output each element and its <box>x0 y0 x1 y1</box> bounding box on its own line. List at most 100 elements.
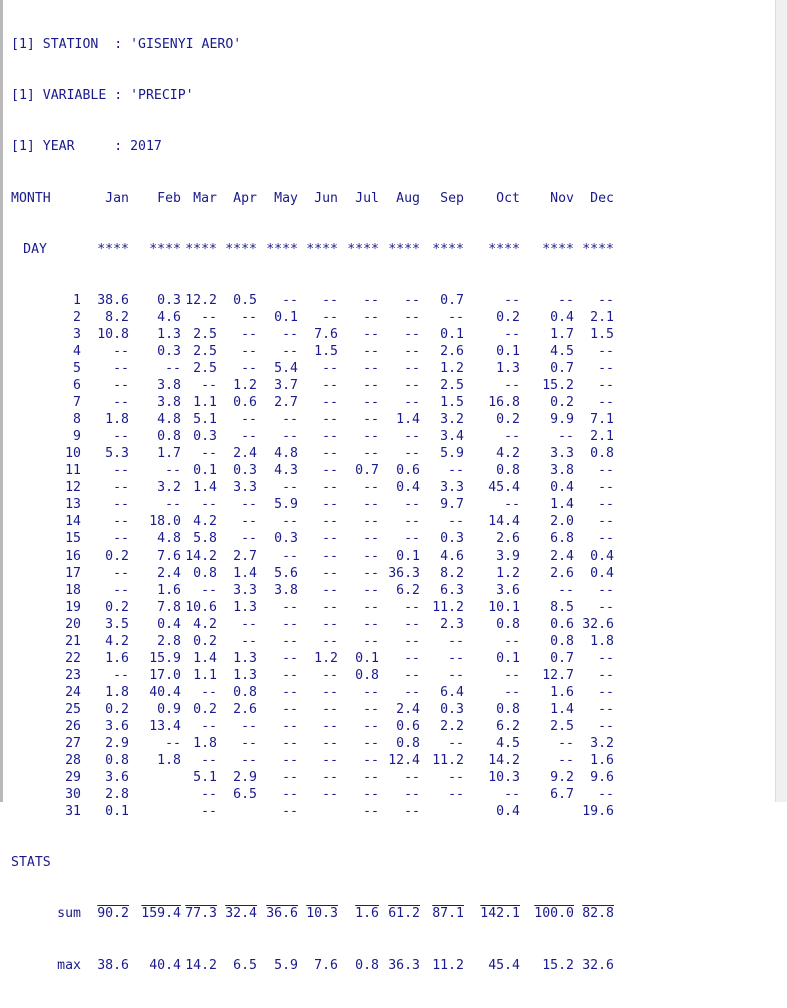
table-cell: -- <box>363 343 379 359</box>
stat-sum-value: 87.1 <box>432 906 464 922</box>
table-cell: -- <box>363 326 379 342</box>
table-cell: -- <box>363 684 379 700</box>
table-cell: 0.2 <box>496 412 520 428</box>
table-cell: 5.9 <box>440 446 464 462</box>
table-cell: 1.2 <box>440 360 464 376</box>
table-cell: -- <box>282 804 298 820</box>
day-number: 2 <box>73 309 81 325</box>
table-cell: 3.3 <box>550 446 574 462</box>
day-number: 3 <box>73 326 81 342</box>
table-cell: -- <box>113 565 129 581</box>
table-cell: -- <box>282 667 298 683</box>
table-cell: -- <box>113 343 129 359</box>
table-cell: 1.7 <box>157 446 181 462</box>
table-cell: -- <box>363 395 379 411</box>
table-cell: 11.2 <box>432 599 464 615</box>
vertical-scrollbar[interactable] <box>775 0 787 802</box>
table-row: 31 0.1 -- -- -- -- 0.4 19.6 <box>11 803 614 820</box>
table-cell: 1.4 <box>550 701 574 717</box>
table-cell: 2.7 <box>233 548 257 564</box>
stat-sum-value: 1.6 <box>355 906 379 922</box>
table-cell: -- <box>282 787 298 803</box>
table-cell: -- <box>558 582 574 598</box>
table-cell: 0.3 <box>440 701 464 717</box>
table-cell: -- <box>363 753 379 769</box>
day-number: 7 <box>73 395 81 411</box>
table-cell: 3.2 <box>440 412 464 428</box>
table-cell: 0.1 <box>496 343 520 359</box>
table-cell: -- <box>598 514 614 530</box>
table-cell: -- <box>504 497 520 513</box>
table-cell: -- <box>558 753 574 769</box>
table-cell: -- <box>113 480 129 496</box>
month-header-nov: Nov <box>550 190 574 206</box>
day-number: 24 <box>65 684 81 700</box>
table-cell: -- <box>363 360 379 376</box>
table-cell: -- <box>241 531 257 547</box>
table-cell: -- <box>363 514 379 530</box>
table-row: 2 8.2 4.6 -- -- 0.1 -- -- -- -- 0.2 0.4 2.1 <box>11 309 614 326</box>
table-cell: 4.2 <box>105 633 129 649</box>
table-cell: -- <box>165 463 181 479</box>
table-cell: -- <box>404 667 420 683</box>
table-row: 7 -- 3.8 1.1 0.6 2.7 -- -- -- 1.5 16.8 0.2 -- <box>11 394 614 411</box>
table-cell: 0.9 <box>157 701 181 717</box>
stat-sum-value: 32.4 <box>225 906 257 922</box>
table-cell: 0.1 <box>105 804 129 820</box>
table-cell: -- <box>241 497 257 513</box>
table-cell: -- <box>598 718 614 734</box>
day-number: 5 <box>73 360 81 376</box>
day-number: 28 <box>65 753 81 769</box>
table-cell: -- <box>241 412 257 428</box>
table-cell: 10.8 <box>97 326 129 342</box>
table-cell: 14.4 <box>488 514 520 530</box>
table-cell: 4.5 <box>550 343 574 359</box>
table-cell: 7.1 <box>590 412 614 428</box>
table-cell: 2.7 <box>274 395 298 411</box>
table-cell: 8.5 <box>550 599 574 615</box>
table-cell: -- <box>363 633 379 649</box>
table-cell: 3.2 <box>157 480 181 496</box>
table-cell: 3.3 <box>440 480 464 496</box>
stars-mar: **** <box>185 241 217 257</box>
table-cell: 11.2 <box>432 753 464 769</box>
table-cell: -- <box>113 497 129 513</box>
month-header-sep: Sep <box>440 190 464 206</box>
stat-sum-value: 36.6 <box>266 906 298 922</box>
stat-sum-value: 77.3 <box>185 906 217 922</box>
table-cell: 2.5 <box>193 326 217 342</box>
table-row: 1 38.6 0.3 12.2 0.5 -- -- -- -- 0.7 -- -- -- <box>11 292 614 309</box>
table-cell: -- <box>404 770 420 786</box>
table-cell: -- <box>404 343 420 359</box>
table-cell: 1.3 <box>233 650 257 666</box>
table-row: 13 -- -- -- -- 5.9 -- -- -- 9.7 -- 1.4 -- <box>11 496 614 513</box>
table-cell: -- <box>282 650 298 666</box>
table-cell: -- <box>504 633 520 649</box>
table-cell: 1.6 <box>157 582 181 598</box>
table-cell: 2.6 <box>440 343 464 359</box>
table-cell: -- <box>404 787 420 803</box>
precip-table-body: 1 38.6 0.3 12.2 0.5 -- -- -- -- 0.7 -- -- -- 2 8.2 4.6-… <box>11 292 614 820</box>
table-cell: 0.8 <box>157 429 181 445</box>
table-cell: 0.2 <box>550 395 574 411</box>
table-cell: 0.8 <box>233 684 257 700</box>
table-cell: -- <box>363 446 379 462</box>
table-cell: -- <box>241 616 257 632</box>
table-cell: -- <box>201 446 217 462</box>
table-cell: -- <box>241 633 257 649</box>
stars-may: **** <box>266 241 298 257</box>
table-cell: 0.8 <box>496 616 520 632</box>
table-cell: -- <box>201 804 217 820</box>
table-cell: -- <box>363 531 379 547</box>
stat-max-value: 6.5 <box>233 957 257 973</box>
table-row: 5 -- -- 2.5 -- 5.4 -- -- -- 1.2 1.3 0.7 -- <box>11 360 614 377</box>
table-row: 4 -- 0.3 2.5 -- -- 1.5 -- -- 2.6 0.1 4.5 -- <box>11 343 614 360</box>
table-cell: -- <box>322 565 338 581</box>
table-cell: 2.9 <box>233 770 257 786</box>
day-number: 11 <box>65 463 81 479</box>
table-cell: -- <box>363 736 379 752</box>
table-cell: 0.7 <box>355 463 379 479</box>
table-cell: -- <box>282 701 298 717</box>
day-number: 19 <box>65 599 81 615</box>
table-cell: 2.4 <box>157 565 181 581</box>
